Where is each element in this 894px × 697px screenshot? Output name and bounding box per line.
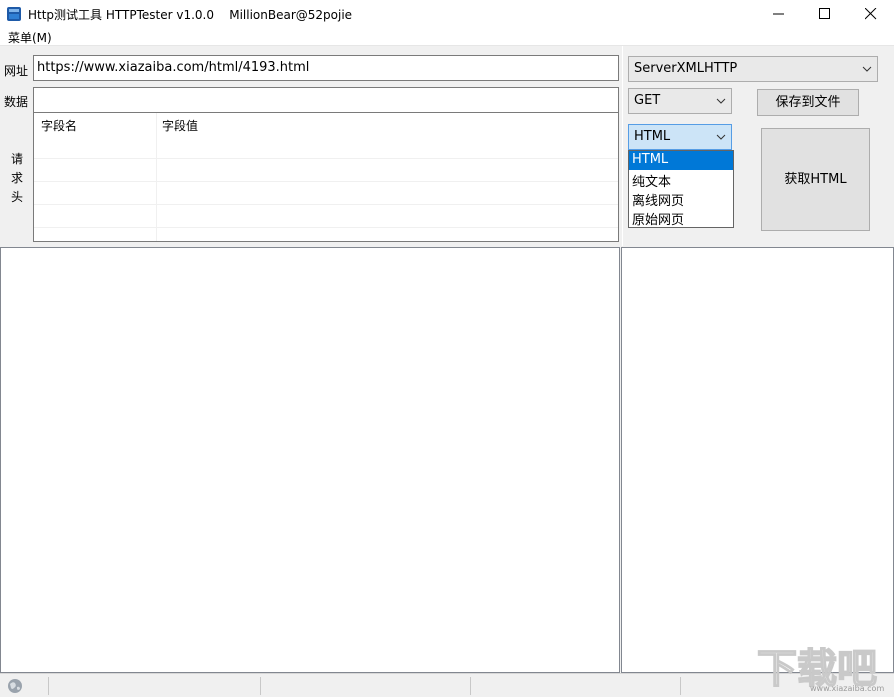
column-field-value[interactable]: 字段值	[162, 117, 198, 134]
close-icon	[865, 8, 877, 20]
column-field-name[interactable]: 字段名	[41, 117, 77, 134]
chevron-down-icon	[716, 134, 726, 140]
minimize-icon	[773, 8, 785, 20]
grid-header: 字段名 字段值	[34, 113, 619, 158]
status-separator	[48, 677, 49, 695]
chevron-down-icon	[716, 98, 726, 104]
engine-select[interactable]: ServerXMLHTTP	[628, 56, 878, 82]
app-icon	[6, 6, 22, 22]
watermark-subtext: www.xiazaiba.com	[810, 684, 884, 693]
request-header-label-1: 请	[11, 150, 23, 167]
request-headers-grid[interactable]: 字段名 字段值	[33, 113, 619, 242]
format-option-raw-page[interactable]: 原始网页	[629, 208, 733, 227]
method-select-value: GET	[634, 93, 660, 108]
request-header-label-3: 头	[11, 188, 23, 205]
minimize-button[interactable]	[756, 0, 802, 28]
format-option-plain-text[interactable]: 纯文本	[629, 170, 733, 189]
url-label: 网址	[4, 62, 28, 79]
title-bar: Http测试工具 HTTPTester v1.0.0 MillionBear@5…	[0, 0, 894, 28]
table-row[interactable]	[34, 158, 619, 181]
format-option-html[interactable]: HTML	[629, 151, 733, 170]
data-label: 数据	[4, 93, 28, 110]
column-divider	[156, 113, 157, 242]
menu-bar: 菜单(M)	[0, 28, 894, 46]
maximize-icon	[819, 8, 831, 20]
chevron-down-icon	[862, 66, 872, 72]
request-panel: 网址 https://www.xiazaiba.com/html/4193.ht…	[0, 46, 622, 246]
table-row[interactable]	[34, 227, 619, 242]
format-dropdown-list: HTML 纯文本 离线网页 原始网页	[628, 150, 734, 228]
format-select-value: HTML	[634, 129, 670, 144]
status-separator	[260, 677, 261, 695]
save-to-file-button[interactable]: 保存到文件	[757, 89, 859, 116]
status-separator	[680, 677, 681, 695]
response-info-area[interactable]	[621, 247, 894, 673]
data-input[interactable]	[33, 87, 619, 113]
status-globe-icon	[6, 677, 24, 697]
url-input[interactable]: https://www.xiazaiba.com/html/4193.html	[33, 55, 619, 81]
close-button[interactable]	[848, 0, 894, 28]
format-select[interactable]: HTML	[628, 124, 732, 150]
maximize-button[interactable]	[802, 0, 848, 28]
request-header-label-2: 求	[11, 169, 23, 186]
menu-main[interactable]: 菜单(M)	[8, 29, 52, 46]
format-option-offline-page[interactable]: 离线网页	[629, 189, 733, 208]
engine-select-value: ServerXMLHTTP	[634, 61, 737, 76]
method-select[interactable]: GET	[628, 88, 732, 114]
window-title: Http测试工具 HTTPTester v1.0.0 MillionBear@5…	[28, 6, 352, 23]
status-separator	[470, 677, 471, 695]
table-row[interactable]	[34, 204, 619, 227]
table-row[interactable]	[34, 181, 619, 204]
response-output-area[interactable]	[0, 247, 620, 673]
fetch-html-button[interactable]: 获取HTML	[761, 128, 870, 231]
